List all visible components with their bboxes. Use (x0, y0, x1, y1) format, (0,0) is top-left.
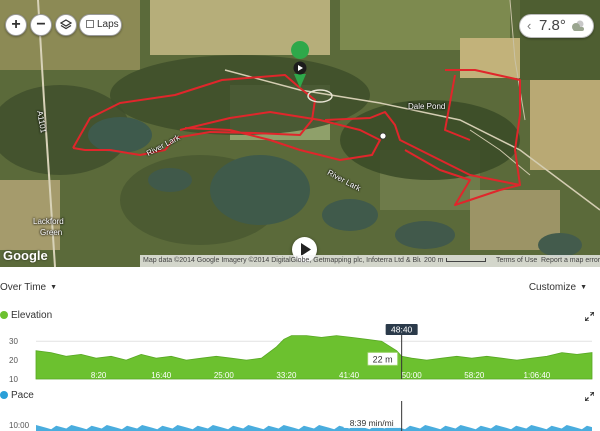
map-scale-bar (446, 258, 487, 262)
map-footer: Map data ©2014 Google Imagery ©2014 Digi… (140, 255, 600, 267)
satellite-map-image (0, 0, 600, 267)
laps-label: Laps (97, 19, 119, 30)
pace-legend-dot (0, 391, 8, 399)
map-scale-label: 200 m (424, 257, 444, 264)
elevation-x-tick-label: 1:06:40 (524, 371, 551, 380)
map-scale: 200 m (424, 255, 492, 267)
pace-title: Pace (11, 390, 34, 401)
zoom-out-button[interactable]: − (30, 14, 52, 36)
expand-icon[interactable] (585, 392, 594, 401)
place-label-dale-pond: Dale Pond (408, 102, 446, 111)
chart-toolbar: Over Time ▼ Customize ▼ (0, 278, 600, 298)
laps-toggle[interactable]: Laps (79, 14, 122, 36)
laps-checkbox[interactable] (86, 20, 94, 28)
activity-map[interactable]: A1101 River Lark River Lark Dale Pond La… (0, 0, 600, 267)
elevation-title: Elevation (11, 310, 53, 321)
map-layers-button[interactable] (55, 14, 77, 36)
zoom-in-button[interactable]: + (5, 14, 27, 36)
customize-dropdown[interactable]: Customize ▼ (529, 278, 587, 298)
elevation-x-tick-label: 33:20 (276, 371, 297, 380)
caret-down-icon: ▼ (50, 284, 58, 291)
place-label-green: Green (40, 228, 63, 237)
elevation-x-tick-label: 58:20 (464, 371, 485, 380)
elevation-x-tick-label: 41:40 (339, 371, 360, 380)
view-dropdown[interactable]: Over Time ▼ (0, 278, 57, 298)
elevation-cursor-time: 48:40 (391, 325, 413, 335)
weather-widget[interactable]: ‹ 7.8° (519, 14, 594, 38)
elevation-y-tick-label: 10 (9, 375, 18, 384)
caret-down-icon: ▼ (580, 284, 587, 291)
temperature-value: 7.8° (539, 17, 566, 34)
layers-icon (59, 19, 73, 30)
elevation-area (35, 335, 593, 380)
elevation-legend-dot (0, 311, 8, 319)
place-label-lackford: Lackford (33, 217, 64, 226)
pace-chart[interactable]: 10:00 8:39 min/mi (0, 401, 600, 431)
elevation-y-tick-label: 20 (9, 356, 18, 365)
elevation-chart[interactable]: 10 20 30 8:20 16:40 25:00 33:20 41:40 50:00 58:20… (0, 324, 600, 384)
cloudy-icon (572, 20, 584, 31)
expand-icon[interactable] (585, 312, 594, 321)
chevron-left-icon[interactable]: ‹ (527, 15, 531, 37)
map-attribution: Map data ©2014 Google Imagery ©2014 Digi… (143, 257, 421, 264)
elevation-panel-title: Elevation (0, 309, 52, 323)
google-logo: Google (3, 248, 48, 263)
elevation-x-tick-label: 25:00 (214, 371, 235, 380)
elevation-x-tick-label: 8:20 (91, 371, 107, 380)
elevation-cursor-value: 22 m (373, 354, 393, 364)
elevation-x-tick-label: 16:40 (151, 371, 172, 380)
view-dropdown-label: Over Time (0, 282, 47, 293)
customize-label: Customize (528, 282, 577, 293)
elevation-y-tick-label: 30 (9, 337, 18, 346)
pace-area (36, 425, 592, 431)
pace-cursor-value: 8:39 min/mi (350, 418, 394, 428)
report-map-error-link[interactable]: Report a map error (541, 255, 600, 267)
elevation-x-tick-label: 50:00 (402, 371, 423, 380)
pace-y-tick-label: 10:00 (9, 421, 30, 430)
terms-of-use-link[interactable]: Terms of Use (496, 255, 537, 267)
